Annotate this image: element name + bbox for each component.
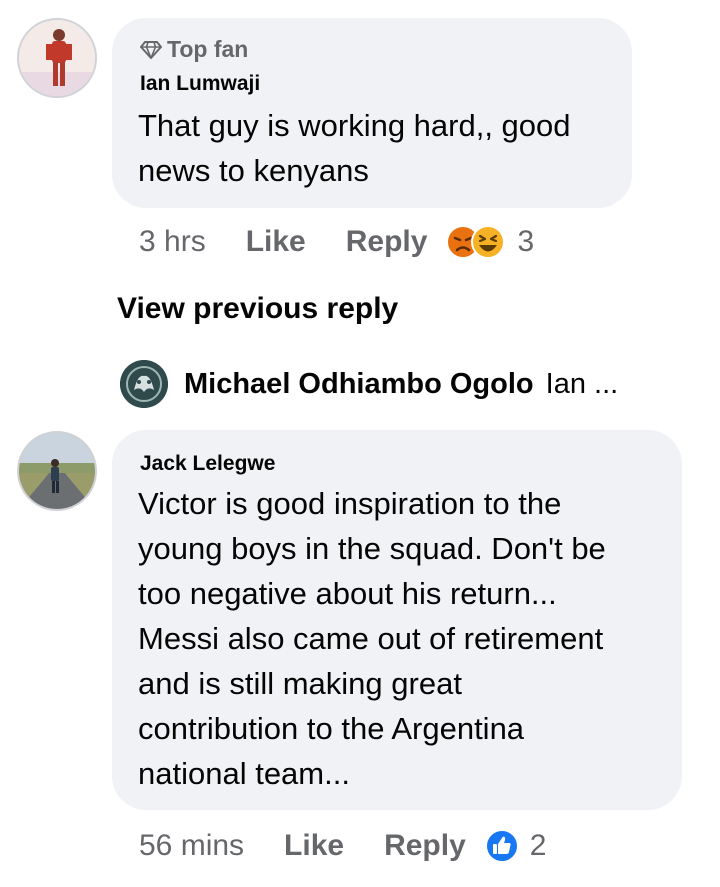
comment-author[interactable]: Ian Lumwaji	[140, 72, 260, 96]
comment-text: Victor is good inspiration to the young …	[138, 486, 606, 791]
avatar-jack-lelegwe[interactable]	[17, 431, 97, 511]
like-reaction-icon	[484, 829, 519, 863]
avatar-michael-odhiambo-ogolo[interactable]	[120, 360, 168, 408]
reply-author[interactable]: Michael Odhiambo Ogolo	[184, 368, 534, 401]
reaction-count: 2	[529, 829, 547, 862]
like-button[interactable]: Like	[284, 829, 344, 863]
comment-time[interactable]: 56 mins	[139, 829, 244, 863]
reaction-count: 3	[517, 225, 535, 258]
top-fan-badge: Top fan	[140, 36, 248, 63]
person-photo-icon	[19, 433, 95, 509]
reply-button[interactable]: Reply	[346, 225, 428, 259]
avatar-ian-lumwaji[interactable]	[17, 18, 97, 98]
comment-actions: 56 mins Like Reply 2	[139, 828, 546, 864]
badge-label: Top fan	[167, 36, 249, 62]
comment-time[interactable]: 3 hrs	[139, 225, 206, 259]
view-previous-reply-link[interactable]: View previous reply	[117, 292, 398, 326]
reply-button[interactable]: Reply	[384, 829, 466, 863]
reactions-summary[interactable]: 2	[484, 828, 547, 864]
reactions-summary[interactable]: 3	[445, 224, 534, 260]
reply-snippet: Ian ...	[545, 367, 619, 400]
reply-preview[interactable]: Michael Odhiambo Ogolo Ian ...	[120, 360, 618, 408]
person-photo-icon	[19, 20, 95, 96]
diamond-icon	[140, 40, 162, 59]
comment-author[interactable]: Jack Lelegwe	[140, 452, 275, 476]
comment-actions: 3 hrs Like Reply 3	[139, 224, 534, 260]
person-photo-icon	[120, 360, 168, 408]
comment-text: That guy is working hard,, good news to …	[138, 108, 571, 188]
angry-haha-reactions-icon	[446, 225, 506, 259]
like-button[interactable]: Like	[246, 225, 306, 259]
